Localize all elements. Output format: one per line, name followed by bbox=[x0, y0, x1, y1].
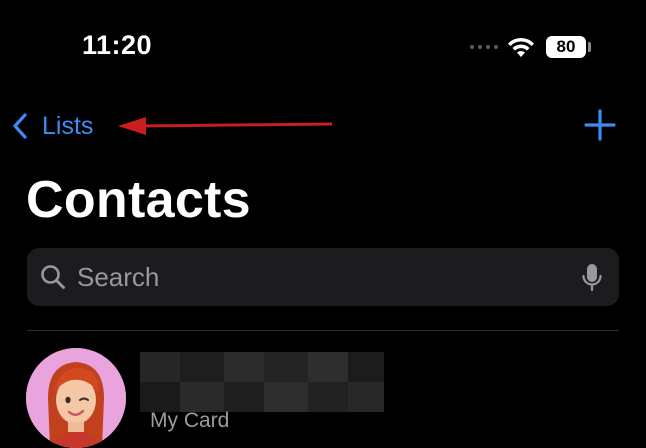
battery-indicator: 80 bbox=[546, 36, 586, 58]
chevron-left-icon bbox=[13, 113, 27, 139]
status-bar: 11:20 80 bbox=[0, 0, 646, 90]
search-input[interactable] bbox=[77, 260, 577, 294]
memoji-avatar-icon bbox=[26, 348, 126, 448]
back-button-lists[interactable]: Lists bbox=[12, 106, 93, 146]
avatar[interactable] bbox=[26, 348, 126, 448]
annotation-arrow bbox=[118, 117, 333, 135]
wifi-icon bbox=[508, 37, 534, 57]
back-button-label: Lists bbox=[42, 111, 94, 140]
battery-tip bbox=[588, 42, 591, 52]
redaction-blur bbox=[140, 352, 384, 412]
plus-icon[interactable] bbox=[582, 107, 618, 143]
microphone-icon[interactable] bbox=[581, 262, 603, 294]
page-title: Contacts bbox=[26, 171, 251, 229]
status-time: 11:20 bbox=[82, 30, 153, 60]
signal-dots-icon bbox=[470, 45, 498, 49]
list-divider bbox=[27, 330, 619, 331]
search-icon bbox=[41, 265, 65, 289]
search-bar[interactable] bbox=[27, 248, 619, 306]
my-card-label: My Card bbox=[150, 409, 230, 432]
